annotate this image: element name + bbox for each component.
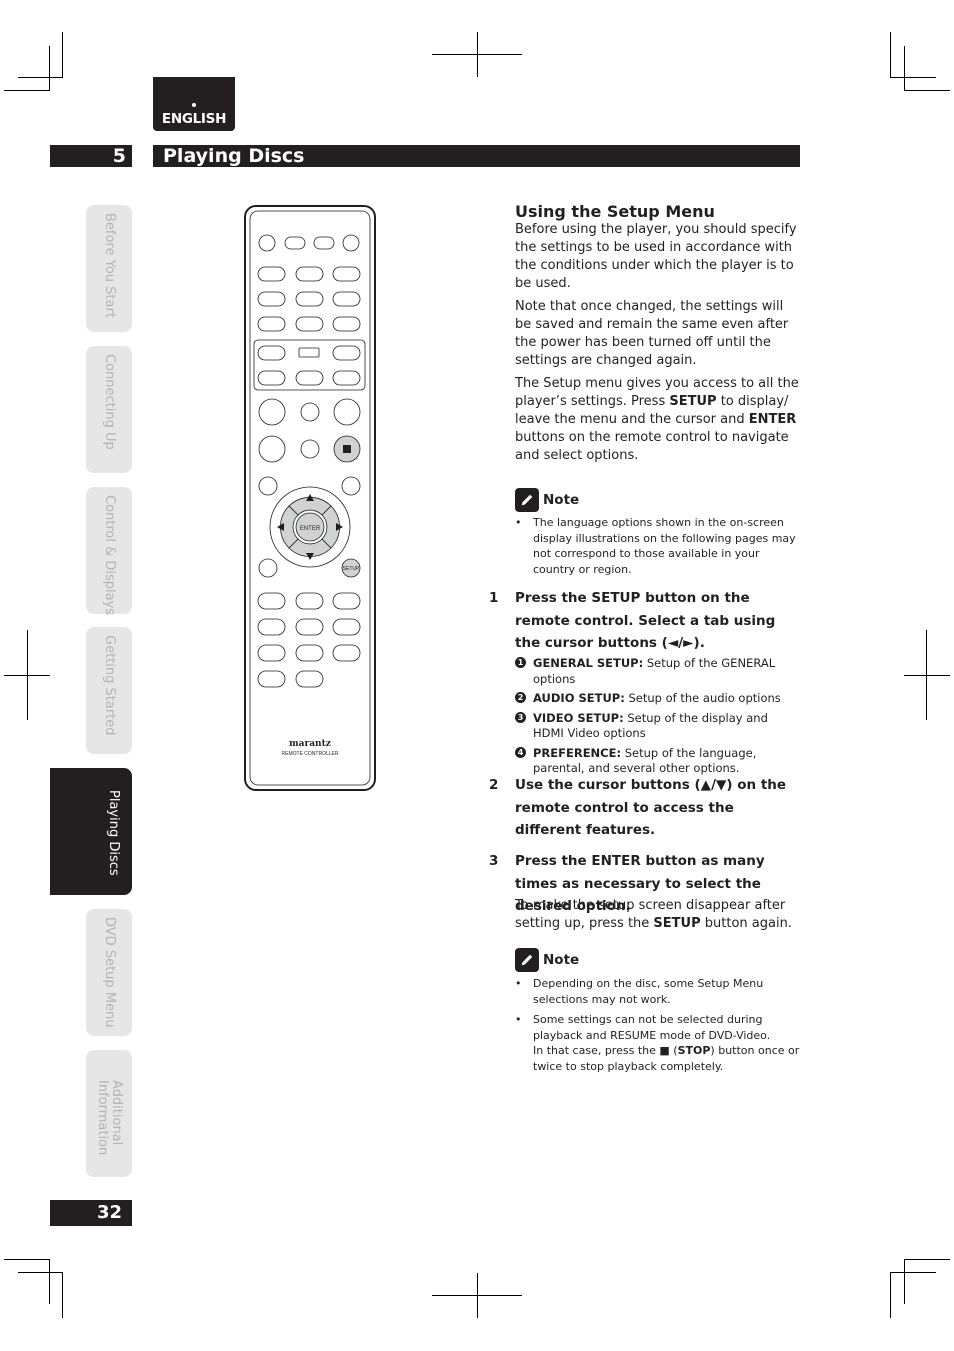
step-number: 3 xyxy=(489,853,499,869)
side-tab-before-you-start[interactable]: Before You Start xyxy=(86,205,132,332)
remote-button xyxy=(295,644,324,662)
setup-tabs-list: 1 GENERAL SETUP: Setup of the GENERAL opt… xyxy=(515,656,801,781)
paragraph: The Setup menu gives you access to all t… xyxy=(515,376,799,463)
remote-button xyxy=(295,618,324,636)
side-tab-control-displays[interactable]: Control & Displays xyxy=(86,487,132,616)
remote-button xyxy=(258,476,278,496)
paragraph: Note that once changed, the settings wil… xyxy=(515,299,789,368)
note-item: Some settings can not be selected during… xyxy=(515,1012,801,1074)
remote-button xyxy=(258,558,278,578)
side-tab-label: Connecting Up xyxy=(102,354,117,450)
remote-button xyxy=(313,236,335,250)
remote-button xyxy=(284,236,306,250)
remote-button xyxy=(332,592,361,610)
remote-button xyxy=(332,345,361,361)
remote-brand-logo: marantz xyxy=(289,739,331,749)
language-tab: ENGLISH xyxy=(153,77,235,131)
remote-button xyxy=(298,347,320,358)
side-tab-label: Control & Displays xyxy=(102,495,117,616)
side-tab-label: Playing Discs xyxy=(106,790,121,876)
pencil-icon xyxy=(515,948,539,972)
list-item: 1 GENERAL SETUP: Setup of the GENERAL opt… xyxy=(515,656,801,687)
list-item: 2 AUDIO SETUP: Setup of the audio options xyxy=(515,691,801,707)
remote-button xyxy=(332,266,361,282)
note-box: Note The language options shown in the o… xyxy=(515,488,801,582)
side-tab-additional-information[interactable]: Additional Information xyxy=(86,1050,132,1177)
remote-button xyxy=(257,345,286,361)
note-item: Depending on the disc, some Setup Menu s… xyxy=(515,976,801,1007)
remote-button xyxy=(257,592,286,610)
step-number: 2 xyxy=(489,777,499,793)
note-item: The language options shown in the on-scr… xyxy=(515,515,801,577)
remote-button xyxy=(258,435,286,463)
pencil-icon xyxy=(515,488,539,512)
remote-button xyxy=(295,266,324,282)
remote-button xyxy=(258,398,286,426)
side-tab-getting-started[interactable]: Getting Started xyxy=(86,627,132,754)
remote-button xyxy=(295,316,324,332)
step-text: Press the SETUP button on the remote con… xyxy=(515,590,776,651)
side-tab-connecting-up[interactable]: Connecting Up xyxy=(86,346,132,473)
remote-button xyxy=(342,234,360,252)
remote-button xyxy=(258,234,276,252)
note-box: Note Depending on the disc, some Setup M… xyxy=(515,948,801,1079)
remote-button xyxy=(257,670,286,688)
step-3-followup: To make the setup screen disappear after… xyxy=(515,898,792,931)
remote-button xyxy=(295,291,324,307)
stop-icon xyxy=(343,445,351,453)
section-heading: Using the Setup Menu xyxy=(515,202,715,221)
remote-button xyxy=(300,439,320,459)
step-text: Use the cursor buttons (▲/▼) on the remo… xyxy=(515,777,787,838)
side-tab-label: Before You Start xyxy=(102,213,117,318)
chapter-number: 5 xyxy=(50,145,132,167)
remote-button xyxy=(332,370,361,386)
remote-setup-label: SETUP xyxy=(343,566,360,572)
remote-button xyxy=(332,644,361,662)
remote-button xyxy=(332,291,361,307)
language-label: ENGLISH xyxy=(161,111,227,127)
remote-button xyxy=(300,402,320,422)
remote-button xyxy=(257,618,286,636)
remote-subtitle: REMOTE CONTROLLER xyxy=(282,751,339,757)
remote-button xyxy=(295,370,324,386)
remote-button xyxy=(257,291,286,307)
note-heading: Note xyxy=(543,952,580,968)
side-tab-label: Getting Started xyxy=(102,635,117,736)
list-item: 3 VIDEO SETUP: Setup of the display and H… xyxy=(515,711,801,742)
list-item: 4 PREFERENCE: Setup of the language, pare… xyxy=(515,746,801,777)
side-tab-label: Additional Information xyxy=(95,1080,124,1156)
step-1: 1 Press the SETUP button on the remote c… xyxy=(489,587,801,655)
remote-button xyxy=(333,398,361,426)
remote-control-illustration: ENTER SETUP marantz REMOTE CONTROLLER xyxy=(244,205,376,791)
side-tab-playing-discs[interactable]: Playing Discs xyxy=(50,768,132,895)
chapter-title: Playing Discs xyxy=(153,145,800,167)
remote-button xyxy=(257,644,286,662)
bullet-dot xyxy=(192,103,196,107)
remote-enter-label: ENTER xyxy=(300,526,321,532)
note-heading: Note xyxy=(543,492,580,508)
step-2: 2 Use the cursor buttons (▲/▼) on the re… xyxy=(489,774,801,842)
remote-button xyxy=(295,592,324,610)
stop-icon: ■ xyxy=(659,1044,670,1057)
remote-button xyxy=(332,618,361,636)
remote-button xyxy=(257,370,286,386)
page-number: 32 xyxy=(50,1200,132,1226)
remote-button xyxy=(295,670,324,688)
remote-button xyxy=(257,266,286,282)
remote-button xyxy=(332,316,361,332)
paragraph: Before using the player, you should spec… xyxy=(515,222,797,291)
side-tab-dvd-setup-menu[interactable]: DVD Setup Menu xyxy=(86,909,132,1036)
remote-button xyxy=(257,316,286,332)
step-number: 1 xyxy=(489,590,499,606)
remote-button xyxy=(341,476,361,496)
setup-menu-section: Using the Setup Menu Before using the pl… xyxy=(515,203,801,470)
side-tab-label: DVD Setup Menu xyxy=(102,917,117,1028)
